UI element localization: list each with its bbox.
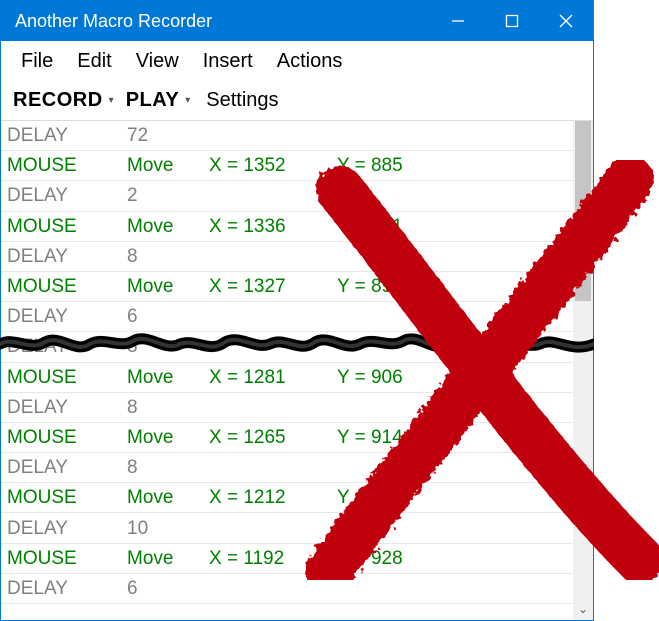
cell-c1: DELAY — [7, 337, 127, 356]
window-controls — [431, 1, 593, 41]
list-row[interactable]: MOUSEMoveX = 1265Y = 914 — [1, 423, 573, 453]
cell-c4: Y = 885 — [337, 156, 403, 175]
toolbar: RECORD ▾ PLAY ▾ Settings — [1, 81, 593, 121]
cell-c1: DELAY — [7, 579, 127, 598]
cell-c4: Y = 914 — [337, 428, 403, 447]
cell-c4: Y = 906 — [337, 368, 403, 387]
cell-c2: 6 — [127, 579, 209, 598]
app-window: Another Macro Recorder File Edit View In… — [0, 0, 594, 621]
record-dropdown-icon[interactable]: ▾ — [109, 95, 114, 106]
titlebar: Another Macro Recorder — [1, 1, 593, 41]
cell-c1: DELAY — [7, 307, 127, 326]
maximize-icon — [505, 14, 519, 28]
list-area: DELAY72MOUSEMoveX = 1352Y = 885DELAY2MOU… — [1, 121, 593, 620]
list-row[interactable]: MOUSEMoveX = 1327Y = 895 — [1, 272, 573, 302]
settings-button[interactable]: Settings — [206, 89, 278, 112]
cell-c2: 72 — [127, 126, 209, 145]
cell-c2: Move — [127, 549, 209, 568]
list-row[interactable]: MOUSEMoveX = 1352Y = 885 — [1, 151, 573, 181]
cell-c2: 6 — [127, 307, 209, 326]
cell-c2: Move — [127, 488, 209, 507]
list-row[interactable]: DELAY6 — [1, 574, 573, 604]
cell-c1: DELAY — [7, 398, 127, 417]
cell-c2: Move — [127, 156, 209, 175]
cell-c1: MOUSE — [7, 549, 127, 568]
cell-c1: MOUSE — [7, 277, 127, 296]
cell-c1: MOUSE — [7, 368, 127, 387]
list-row[interactable]: DELAY8 — [1, 242, 573, 272]
cell-c1: DELAY — [7, 458, 127, 477]
cell-c1: DELAY — [7, 247, 127, 266]
scrollbar[interactable]: ⌄ — [573, 121, 593, 620]
record-button[interactable]: RECORD — [13, 89, 103, 112]
cell-c2: Move — [127, 217, 209, 236]
list-row[interactable]: MOUSEMoveX = 1336Y = 891 — [1, 212, 573, 242]
cell-c4: Y = 891 — [337, 217, 403, 236]
list-row[interactable]: DELAY2 — [1, 181, 573, 211]
menu-file[interactable]: File — [21, 50, 53, 73]
list-row[interactable]: DELAY10 — [1, 513, 573, 543]
cell-c2: 8 — [127, 458, 209, 477]
close-button[interactable] — [539, 1, 593, 41]
list-row[interactable]: DELAY72 — [1, 121, 573, 151]
cell-c1: MOUSE — [7, 156, 127, 175]
cell-c2: 2 — [127, 186, 209, 205]
cell-c3: X = 1281 — [209, 368, 337, 387]
cell-c3: X = 1212 — [209, 488, 337, 507]
close-icon — [558, 13, 574, 29]
play-dropdown-icon[interactable]: ▾ — [185, 95, 190, 106]
menu-insert[interactable]: Insert — [203, 50, 253, 73]
menu-view[interactable]: View — [136, 50, 179, 73]
cell-c3: X = 1336 — [209, 217, 337, 236]
cell-c3: X = 1265 — [209, 428, 337, 447]
cell-c2: 8 — [127, 337, 209, 356]
list-row[interactable]: DELAY8 — [1, 393, 573, 423]
cell-c3: X = 1192 — [209, 549, 337, 568]
list-row[interactable]: DELAY8 — [1, 332, 573, 362]
cell-c2: Move — [127, 277, 209, 296]
macro-list[interactable]: DELAY72MOUSEMoveX = 1352Y = 885DELAY2MOU… — [1, 121, 573, 620]
menubar: File Edit View Insert Actions — [1, 41, 593, 81]
play-button[interactable]: PLAY — [126, 89, 180, 112]
cell-c3: X = 1352 — [209, 156, 337, 175]
list-row[interactable]: MOUSEMoveX = 1212Y = 923 — [1, 483, 573, 513]
cell-c4: Y = 895 — [337, 277, 403, 296]
menu-actions[interactable]: Actions — [277, 50, 343, 73]
cell-c1: DELAY — [7, 186, 127, 205]
cell-c2: Move — [127, 428, 209, 447]
cell-c4: Y = 928 — [337, 549, 403, 568]
cell-c4: Y = 923 — [337, 488, 403, 507]
scrollbar-down-icon[interactable]: ⌄ — [573, 602, 593, 616]
cell-c2: Move — [127, 368, 209, 387]
cell-c1: DELAY — [7, 519, 127, 538]
cell-c3: X = 1327 — [209, 277, 337, 296]
cell-c2: 8 — [127, 247, 209, 266]
cell-c1: DELAY — [7, 126, 127, 145]
menu-edit[interactable]: Edit — [77, 50, 111, 73]
cell-c1: MOUSE — [7, 488, 127, 507]
window-title: Another Macro Recorder — [15, 11, 212, 32]
cell-c1: MOUSE — [7, 217, 127, 236]
scrollbar-thumb[interactable] — [575, 121, 591, 301]
minimize-icon — [451, 14, 465, 28]
maximize-button[interactable] — [485, 1, 539, 41]
list-row[interactable]: DELAY8 — [1, 453, 573, 483]
minimize-button[interactable] — [431, 1, 485, 41]
list-row[interactable]: MOUSEMoveX = 1281Y = 906 — [1, 363, 573, 393]
list-row[interactable]: DELAY6 — [1, 302, 573, 332]
cell-c1: MOUSE — [7, 428, 127, 447]
cell-c2: 8 — [127, 398, 209, 417]
cell-c2: 10 — [127, 519, 209, 538]
list-row[interactable]: MOUSEMoveX = 1192Y = 928 — [1, 544, 573, 574]
